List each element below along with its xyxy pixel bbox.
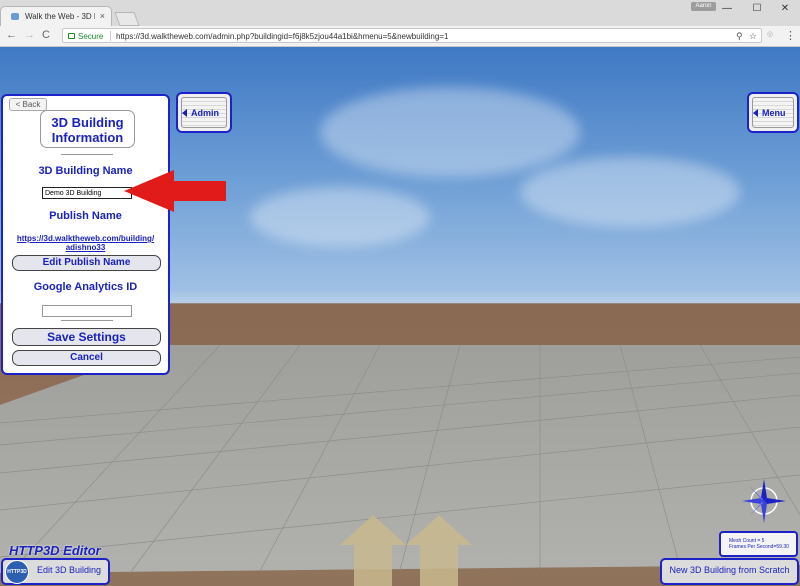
maximize-button[interactable]: ☐: [742, 0, 772, 18]
secure-label: Secure: [78, 32, 104, 41]
back-arrow-icon[interactable]: ←: [6, 29, 17, 41]
google-analytics-label: Google Analytics ID: [33, 281, 138, 293]
panel-title-line2: Information: [51, 130, 124, 145]
address-bar[interactable]: Secure https://3d.walktheweb.com/admin.p…: [62, 28, 762, 43]
edit-3d-building-button[interactable]: HTTP3D Edit 3D Building: [1, 558, 110, 585]
red-arrow-icon: [124, 170, 226, 212]
publish-url-link-line1[interactable]: https://3d.walktheweb.com/building/: [3, 234, 168, 243]
tab-bar: Walk the Web - 3D Buildi × Aaron — ☐ ✕: [0, 0, 800, 26]
new-tab-button[interactable]: [114, 12, 140, 26]
minimize-button[interactable]: —: [712, 0, 742, 18]
reload-icon[interactable]: C: [42, 29, 50, 41]
divider: [61, 320, 113, 321]
move-forward-arrows-icon[interactable]: [340, 515, 475, 586]
menu-label: Menu: [762, 108, 786, 118]
tab-close-icon[interactable]: ×: [100, 11, 105, 21]
panel-title: 3D Building Information: [40, 110, 135, 148]
cloud: [520, 157, 740, 227]
http3d-logo-icon: HTTP3D: [5, 560, 29, 584]
edit-publish-name-button[interactable]: Edit Publish Name: [12, 255, 161, 271]
frames-per-second: Frames Per Second=59.30: [729, 544, 789, 550]
cloud: [250, 187, 430, 247]
menu-button[interactable]: Menu: [747, 92, 799, 133]
compass-icon[interactable]: [740, 477, 788, 525]
back-button[interactable]: < Back: [9, 98, 47, 111]
save-settings-button[interactable]: Save Settings: [12, 328, 161, 346]
url-text[interactable]: https://3d.walktheweb.com/admin.php?buil…: [116, 29, 448, 44]
tab-title: Walk the Web - 3D Buildi: [25, 12, 95, 21]
stats-box: Mesh Count = 5 Frames Per Second=59.30: [719, 531, 798, 557]
building-info-panel: < Back 3D Building Information 3D Buildi…: [1, 94, 170, 375]
new-building-from-scratch-button[interactable]: New 3D Building from Scratch: [660, 558, 799, 585]
admin-label: Admin: [191, 108, 219, 118]
favicon-icon: [11, 13, 19, 20]
caret-left-icon: [182, 109, 187, 117]
lock-icon: [68, 33, 75, 39]
building-name-input[interactable]: Demo 3D Building: [42, 187, 132, 199]
publish-url-link-line2[interactable]: adishno33: [3, 243, 168, 252]
browser-tab[interactable]: Walk the Web - 3D Buildi ×: [0, 6, 112, 26]
admin-button[interactable]: Admin: [176, 92, 232, 133]
menu-icon[interactable]: ⋮: [785, 29, 796, 42]
cloud: [320, 87, 580, 177]
edit-3d-building-label: Edit 3D Building: [37, 565, 102, 575]
google-analytics-input[interactable]: [42, 305, 132, 317]
cancel-button[interactable]: Cancel: [12, 350, 161, 366]
close-window-button[interactable]: ✕: [770, 0, 800, 18]
browser-toolbar: ← → C Secure https://3d.walktheweb.com/a…: [0, 26, 800, 47]
star-icon[interactable]: ☆: [749, 29, 757, 44]
caret-left-icon: [753, 109, 758, 117]
extension-icon[interactable]: ◎: [767, 30, 779, 40]
divider: [61, 154, 113, 155]
forward-arrow-icon[interactable]: →: [24, 29, 35, 41]
pin-icon[interactable]: ⚲: [736, 29, 743, 44]
address-divider: [110, 31, 111, 41]
panel-title-line1: 3D Building: [51, 115, 124, 130]
editor-label: HTTP3D Editor: [9, 543, 101, 558]
